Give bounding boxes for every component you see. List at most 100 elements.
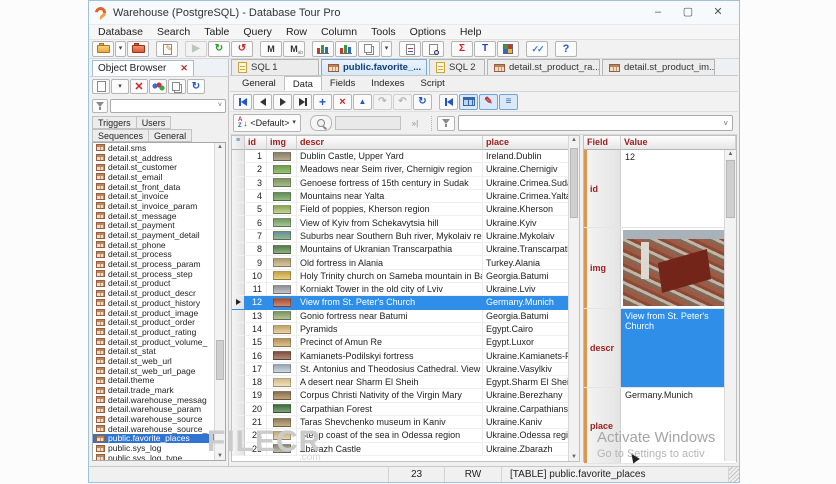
table-row[interactable]: 15 Precinct of Amun Re Egypt.Luxor xyxy=(232,336,579,350)
field-value[interactable]: View from St. Peter's Church xyxy=(621,309,736,387)
table-row[interactable]: 9 Old fortress in Alania Turkey.Alania xyxy=(232,256,579,270)
first-record-button[interactable] xyxy=(233,93,252,110)
open-query-button[interactable] xyxy=(127,41,149,57)
new-object-button[interactable] xyxy=(92,79,110,94)
close-tab-icon[interactable]: ✕ xyxy=(425,63,426,72)
list-item[interactable]: detail.st_product_descr xyxy=(93,288,225,298)
list-item[interactable]: detail.trade_mark xyxy=(93,385,225,395)
list-item[interactable]: detail.st_invoice_param xyxy=(93,201,225,211)
list-item[interactable]: detail.st_message xyxy=(93,211,225,221)
delete-record-button[interactable]: × xyxy=(333,93,352,110)
maximize-button[interactable]: ▢ xyxy=(673,3,703,22)
table-row[interactable]: 6 View of Kyiv from Schekavytsia hill Ukra… xyxy=(232,216,579,230)
scroll-thumb[interactable] xyxy=(570,148,578,218)
tab-general[interactable]: General xyxy=(234,76,284,91)
open-table-button[interactable] xyxy=(92,41,114,57)
list-item[interactable]: detail.st_email xyxy=(93,172,225,182)
rollback-button[interactable]: ↺ xyxy=(231,41,253,57)
scroll-up-icon[interactable]: ▲ xyxy=(215,144,225,150)
locate-next-button[interactable]: »| xyxy=(404,115,426,131)
table-row[interactable]: 17 St. Antonius and Theodosius Cathedral.… xyxy=(232,362,579,377)
table-row[interactable]: 8 Mountains of Ukranian Transcarpathia Ukr… xyxy=(232,243,579,257)
field-value[interactable]: 12 xyxy=(621,150,736,227)
filter-button[interactable] xyxy=(436,115,455,131)
menu-item-column[interactable]: Column xyxy=(314,26,364,38)
table-row[interactable]: 22 Steep coast of the sea in Odessa regio… xyxy=(232,429,579,443)
table-row[interactable]: 3 Genoese fortress of 15th century in Sud… xyxy=(232,176,579,190)
table-row[interactable]: 1 Dublin Castle, Upper Yard Ireland.Dublin xyxy=(232,150,579,164)
edit-record-button[interactable]: ▲ xyxy=(353,93,372,110)
table-row[interactable]: 14 Pyramids Egypt.Cairo xyxy=(232,322,579,337)
scroll-thumb[interactable] xyxy=(726,160,735,218)
doc-tab-1[interactable]: SQL 1 xyxy=(231,59,319,75)
open-table-caret[interactable]: ▾ xyxy=(115,41,126,57)
doc-tab-2[interactable]: public.favorite_...✕ xyxy=(321,59,427,75)
export-grid-button[interactable] xyxy=(497,41,519,57)
table-row[interactable]: 2 Meadows near Seim river, Chernigiv regi… xyxy=(232,163,579,177)
sort-order-button[interactable]: A Z ↓ <Default> ▾ xyxy=(233,114,301,132)
locate-button[interactable] xyxy=(309,115,332,131)
table-row[interactable]: 10 Holy Trinity church on Sameba mountain… xyxy=(232,269,579,283)
inspector-row[interactable]: descr View from St. Peter's Church xyxy=(584,309,736,388)
list-item[interactable]: detail.st_product_order xyxy=(93,317,225,327)
object-browser-tab[interactable]: Object Browser ✕ xyxy=(92,60,194,76)
object-filter-combobox[interactable]: ˅ xyxy=(110,98,226,113)
list-item[interactable]: detail.st_address xyxy=(93,153,225,163)
highlight-button[interactable]: ✎ xyxy=(479,93,498,110)
object-filter-button[interactable] xyxy=(92,98,108,113)
list-item[interactable]: detail.st_payment xyxy=(93,220,225,230)
copy-object-button[interactable] xyxy=(168,79,186,94)
list-item[interactable]: public.sys_log xyxy=(93,443,225,453)
table-row[interactable]: 7 Suburbs near Southern Buh river, Mykola… xyxy=(232,229,579,244)
table-row[interactable]: 5 Field of poppies, Kherson region Ukraine… xyxy=(232,203,579,217)
commit-button[interactable]: ↻ xyxy=(208,41,230,57)
object-browser-close-icon[interactable]: ✕ xyxy=(180,63,188,74)
minimize-button[interactable]: – xyxy=(643,3,673,22)
tables-list-scrollbar[interactable]: ▲ ▼ xyxy=(214,143,225,460)
list-item[interactable]: detail.st_product_rating xyxy=(93,327,225,337)
delete-object-button[interactable]: ✕ xyxy=(130,79,148,94)
field-value[interactable] xyxy=(621,228,736,308)
list-item[interactable]: detail.st_product_volume_ xyxy=(93,337,225,347)
list-item[interactable]: detail.st_web_url xyxy=(93,356,225,366)
list-item[interactable]: detail.st_payment_detail xyxy=(93,230,225,240)
fit-columns-button[interactable] xyxy=(439,93,458,110)
column-header-img[interactable]: img xyxy=(267,136,297,150)
list-item[interactable]: detail.st_phone xyxy=(93,240,225,250)
doc-tab-5[interactable]: detail.st_product_im... xyxy=(602,59,715,75)
sort-filter-button[interactable]: ≡ xyxy=(499,93,518,110)
refresh-objects-button[interactable]: ↻ xyxy=(187,79,205,94)
help-button[interactable]: ? xyxy=(555,41,577,57)
scroll-up-icon[interactable]: ▲ xyxy=(725,151,736,157)
inspector-row[interactable]: place Germany.Munich xyxy=(584,388,736,464)
scroll-down-icon[interactable]: ▼ xyxy=(215,453,225,459)
browser-tab-users[interactable]: Users xyxy=(135,116,172,129)
menu-item-query[interactable]: Query xyxy=(236,26,279,38)
list-item[interactable]: detail.warehouse_param xyxy=(93,404,225,414)
print-preview-button[interactable] xyxy=(422,41,444,57)
table-row[interactable]: 21 Taras Shevchenko museum in Kaniv Ukrain… xyxy=(232,415,579,430)
last-record-button[interactable] xyxy=(293,93,312,110)
list-item[interactable]: detail.warehouse_messag xyxy=(93,395,225,405)
list-item[interactable]: detail.st_stat xyxy=(93,346,225,356)
menu-item-row[interactable]: Row xyxy=(279,26,314,38)
grid-menu-icon[interactable]: ≡ xyxy=(232,136,245,150)
copy-table-button[interactable] xyxy=(358,41,380,57)
table-row[interactable]: 16 Kamianets-Podilskyi fortress Ukraine.Ka… xyxy=(232,349,579,363)
table-row[interactable]: 11 Korniakt Tower in the old city of Lviv… xyxy=(232,282,579,297)
list-item[interactable]: detail.theme xyxy=(93,375,225,385)
refresh-data-button[interactable]: ↻ xyxy=(413,93,432,110)
inspector-scrollbar[interactable]: ▲ xyxy=(724,150,736,461)
list-item[interactable]: detail.st_process xyxy=(93,249,225,259)
list-item[interactable]: public.sys_log_type xyxy=(93,453,225,460)
menu-item-table[interactable]: Table xyxy=(197,26,236,38)
table-row[interactable]: 18 A desert near Sharm El Sheih Egypt.Shar… xyxy=(232,376,579,390)
cancel-edit-button[interactable]: ↶ xyxy=(393,93,412,110)
tab-indexes[interactable]: Indexes xyxy=(363,76,412,91)
inspector-row[interactable]: img xyxy=(584,228,736,309)
filter-combobox[interactable]: ˅ xyxy=(457,115,733,131)
menu-item-search[interactable]: Search xyxy=(150,26,197,38)
list-item[interactable]: detail.warehouse_source xyxy=(93,414,225,424)
validate-button[interactable]: ✓✓ xyxy=(526,41,548,57)
import-data-button[interactable] xyxy=(312,41,334,57)
